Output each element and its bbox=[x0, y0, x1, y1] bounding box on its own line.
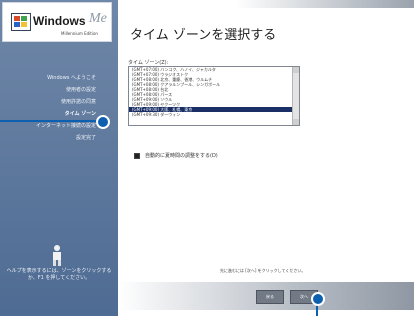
callout-marker-next bbox=[311, 292, 325, 306]
timezone-scrollbar[interactable] bbox=[292, 67, 299, 125]
timezone-option[interactable]: (GMT+09:30) ダーウィン bbox=[129, 112, 299, 117]
windows-flag-icon bbox=[11, 13, 31, 31]
sidebar: Windows Me Millennium Edition Windows へよ… bbox=[0, 0, 118, 316]
windows-logo: Windows Me Millennium Edition bbox=[2, 2, 112, 42]
back-button[interactable]: 戻る bbox=[256, 290, 284, 304]
help-text: ヘルプを表示するには、ゾーンをクリックするか、F1 を押してください。 bbox=[6, 268, 112, 281]
setup-window: Windows Me Millennium Edition Windows へよ… bbox=[0, 0, 414, 316]
dst-checkbox[interactable] bbox=[134, 152, 140, 159]
help-person-icon bbox=[53, 245, 61, 266]
instruction-text: 先に進むには [次へ] をクリックしてください。 bbox=[220, 268, 306, 273]
page-title: タイム ゾーンを選択する bbox=[130, 28, 277, 43]
scroll-down-button[interactable] bbox=[293, 119, 299, 125]
dst-option[interactable]: 自動的に夏時間の調整をする(D) bbox=[134, 152, 218, 159]
logo-brand: Windows bbox=[33, 14, 86, 28]
logo-suffix: Me bbox=[89, 11, 107, 26]
callout-marker-timezone bbox=[96, 115, 110, 129]
callout-line-timezone bbox=[0, 120, 100, 122]
setup-step: 設定完了 bbox=[75, 135, 96, 141]
timezone-rows: (GMT+07:00) バンコク、ハノイ、ジャカルタ (GMT+07:00) ウラ… bbox=[129, 67, 299, 117]
setup-step: 使用許諾の同意 bbox=[60, 99, 96, 105]
dst-label: 自動的に夏時間の調整をする(D) bbox=[145, 153, 218, 159]
setup-step: Windows へようこそ bbox=[47, 75, 96, 81]
timezone-list-label: タイム ゾーン(Z): bbox=[128, 60, 169, 66]
logo-edition: Millennium Edition bbox=[61, 31, 98, 36]
timezone-listbox[interactable]: (GMT+07:00) バンコク、ハノイ、ジャカルタ (GMT+07:00) ウラ… bbox=[128, 66, 300, 126]
top-gradient-band bbox=[236, 0, 414, 8]
setup-steps: Windows へようこそ 使用者の設定 使用許諾の同意 タイム ゾーン インターネット… bbox=[0, 72, 118, 144]
scroll-up-button[interactable] bbox=[293, 67, 299, 73]
setup-step: 使用者の設定 bbox=[65, 87, 96, 93]
